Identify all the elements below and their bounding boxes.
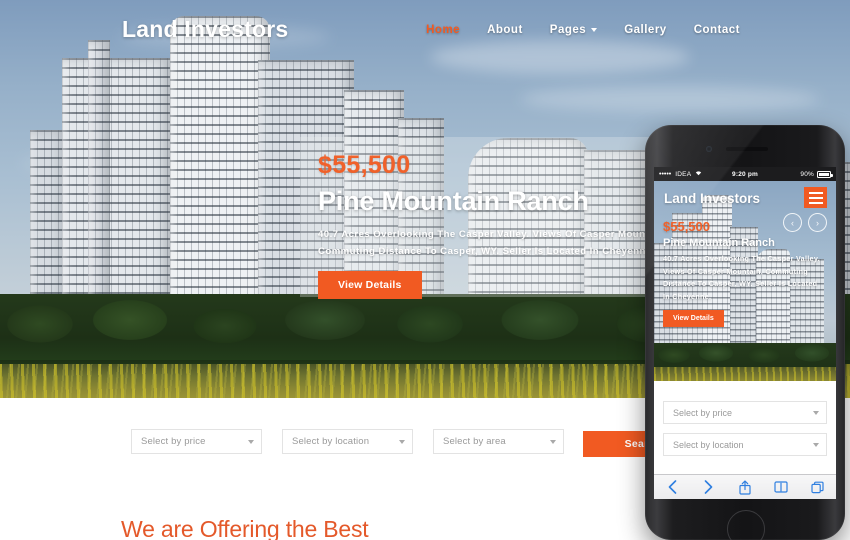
building [170,16,270,326]
status-time: 9:20 pm [732,170,758,178]
chevron-down-icon [399,439,405,444]
hamburger-bar [808,191,823,194]
phone-hero-description: 40.7 Acres Overlooking The Casper Valley… [663,254,820,301]
phone-select-by-location[interactable]: Select by location [663,433,827,456]
select-price-label: Select by price [141,436,206,447]
phone-hero-title: Pine Mountain Ranch [663,237,775,249]
nav-label: Gallery [624,24,667,36]
filter-group: Select by price Select by location Selec… [131,429,564,454]
nav-label: Pages [549,24,587,36]
nav-item-about[interactable]: About [487,24,523,36]
chevron-down-icon [813,410,819,415]
building [88,40,110,326]
site-brand[interactable]: Land Investors [122,16,288,43]
phone-mockup: Land Investors ‹ › $55,500 Pine Mountain… [645,125,845,540]
phone-select-by-price[interactable]: Select by price [663,401,827,424]
chevron-down-icon [248,439,254,444]
battery-icon [817,170,833,178]
phone-select-price-label: Select by price [673,407,733,418]
hero-price: $55,500 [318,151,411,179]
back-icon[interactable] [661,478,683,496]
phone-status-bar: ••••• IDEA 9:20 pm 90% [654,167,836,181]
hamburger-bar [808,201,823,204]
site-header: Land Investors Home About Pages Gallery … [0,0,850,60]
phone-flower-field [654,367,836,381]
phone-navbar: Land Investors [654,181,836,215]
tabs-icon[interactable] [807,478,829,496]
select-area-label: Select by area [443,436,506,447]
select-location-label: Select by location [292,436,370,447]
select-by-area[interactable]: Select by area [433,429,564,454]
phone-view-details-button[interactable]: View Details [663,310,724,327]
phone-home-button[interactable] [727,510,765,540]
safari-toolbar [654,474,836,499]
hamburger-icon[interactable] [804,187,827,208]
chevron-down-icon [591,28,598,32]
phone-brand[interactable]: Land Investors [664,191,760,206]
nav-item-home[interactable]: Home [426,24,460,36]
main-navigation: Home About Pages Gallery Contact [426,24,740,36]
phone-filter-group: Select by price Select by location [654,381,836,469]
select-by-location[interactable]: Select by location [282,429,413,454]
phone-camera [706,146,712,152]
bookmarks-icon[interactable] [770,478,792,496]
phone-speaker [726,147,768,151]
view-details-button[interactable]: View Details [318,271,422,299]
building [62,58,170,326]
chevron-down-icon [813,442,819,447]
phone-hero-content: $55,500 Pine Mountain Ranch 40.7 Acres O… [654,219,836,327]
phone-screen: Land Investors ‹ › $55,500 Pine Mountain… [654,167,836,499]
carousel-prev-button[interactable]: ‹ [783,213,802,232]
chevron-down-icon [550,439,556,444]
select-by-price[interactable]: Select by price [131,429,262,454]
forward-icon[interactable] [698,478,720,496]
nav-label: Contact [693,24,740,36]
nav-item-gallery[interactable]: Gallery [624,24,667,36]
nav-item-contact[interactable]: Contact [694,24,740,36]
phone-select-location-label: Select by location [673,439,744,450]
hero-content-card: $55,500 Pine Mountain Ranch 40.7 Acres O… [300,137,700,299]
phone-tree-line [654,343,836,369]
carousel-next-button[interactable]: › [808,213,827,232]
landing-page: $55,500 Pine Mountain Ranch 40.7 Acres O… [0,0,850,540]
nav-item-pages[interactable]: Pages [549,24,598,36]
phone-carousel-controls: ‹ › [783,213,827,232]
hamburger-bar [808,196,823,199]
nav-label: Home [426,24,461,36]
share-icon[interactable] [734,478,756,496]
offering-heading: We are Offering the Best [121,516,369,540]
nav-label: About [487,24,523,36]
hero-title: Pine Mountain Ranch [318,186,589,216]
